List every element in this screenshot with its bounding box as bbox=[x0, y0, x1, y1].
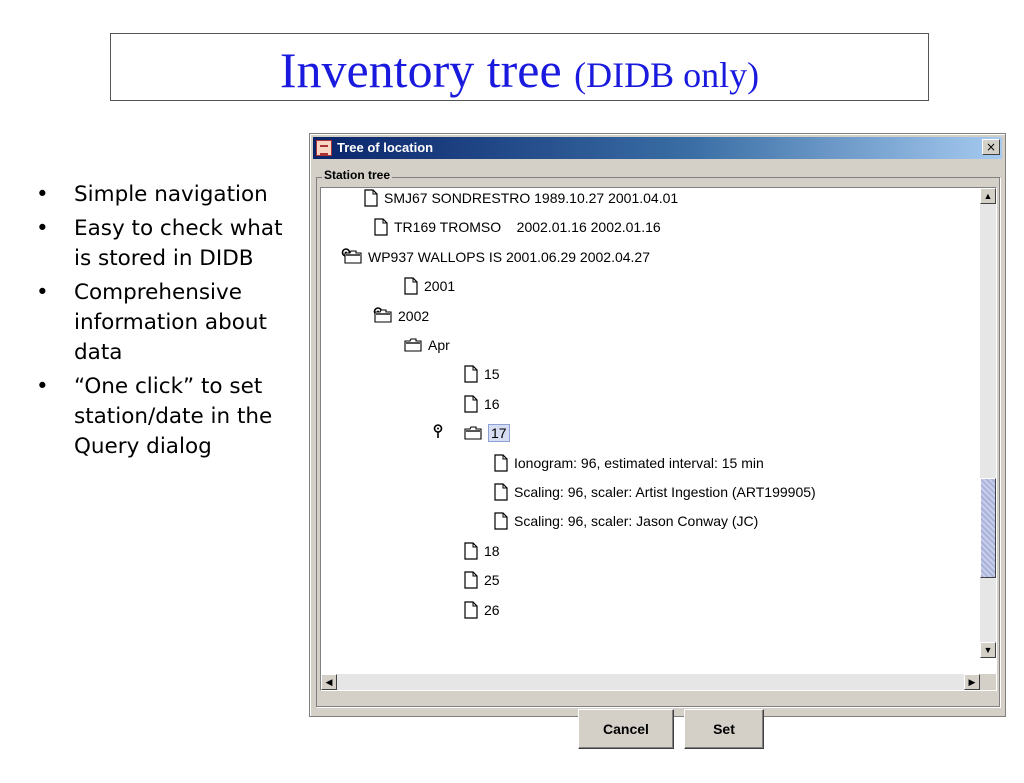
station-tree-group: Station tree SMJ67 SONDRESTRO 1989.10.27… bbox=[316, 168, 1000, 783]
bullet-dot-icon: • bbox=[36, 182, 49, 207]
tree-node-label: 16 bbox=[484, 395, 500, 412]
tree-node-label: Ionogram: 96, estimated interval: 15 min bbox=[514, 454, 764, 471]
tree-node[interactable]: Apr bbox=[404, 330, 450, 359]
document-icon bbox=[494, 453, 508, 472]
tree-node[interactable]: 2001 bbox=[404, 271, 455, 300]
bullet-dot-icon: • bbox=[36, 280, 49, 305]
bullet-dot-icon: • bbox=[36, 374, 49, 399]
scrollbar-corner bbox=[980, 674, 996, 690]
bullet-item: • Easy to check what is stored in DIDB bbox=[36, 216, 283, 271]
close-button[interactable]: × bbox=[982, 139, 1000, 155]
tree-node[interactable]: Scaling: 96, scaler: Jason Conway (JC) bbox=[494, 506, 758, 535]
tree-node[interactable]: Scaling: 96, scaler: Artist Ingestion (A… bbox=[494, 477, 816, 506]
scroll-left-button[interactable]: ◀ bbox=[321, 674, 337, 690]
document-icon bbox=[374, 217, 388, 236]
tree-node-label: 2001 bbox=[424, 277, 456, 294]
slide-title-sub: (DIDB only) bbox=[574, 55, 760, 95]
bullet-item: • “One click” to set station/date in the … bbox=[36, 374, 273, 459]
tree-node[interactable]: 25 bbox=[464, 565, 500, 594]
tree-node[interactable]: 16 bbox=[464, 389, 500, 418]
document-icon bbox=[464, 394, 478, 413]
tree-node-label: TR169 TROMSO 2002.01.16 2002.01.16 bbox=[394, 218, 661, 235]
tree-node[interactable]: 15 bbox=[464, 359, 500, 388]
document-icon bbox=[404, 276, 418, 295]
tree-node[interactable]: 17 bbox=[464, 418, 510, 447]
tree-node-label: Scaling: 96, scaler: Artist Ingestion (A… bbox=[514, 483, 816, 500]
set-button[interactable]: Set bbox=[684, 709, 764, 749]
tree-node-label: Apr bbox=[428, 336, 450, 353]
group-title: Station tree bbox=[322, 168, 393, 182]
scroll-right-button[interactable]: ▶ bbox=[964, 674, 980, 690]
tree-node-label: 25 bbox=[484, 571, 500, 588]
tree-of-location-dialog: Tree of location × Station tree SMJ67 SO… bbox=[309, 133, 1006, 749]
slide-title: Inventory tree (DIDB only) bbox=[111, 42, 928, 103]
document-icon bbox=[464, 541, 478, 560]
tree-node-label: 15 bbox=[484, 365, 500, 382]
tree-node[interactable]: 2002 bbox=[374, 301, 429, 330]
dialog-title: Tree of location bbox=[337, 140, 434, 155]
vertical-scrollbar[interactable]: ▲ ▼ bbox=[980, 188, 996, 658]
document-icon bbox=[464, 364, 478, 383]
folder-icon bbox=[344, 249, 362, 264]
scroll-down-button[interactable]: ▼ bbox=[980, 642, 996, 658]
bullet-item: • Simple navigation bbox=[36, 180, 306, 210]
document-icon bbox=[364, 188, 378, 207]
tree-node-label: WP937 WALLOPS IS 2001.06.29 2002.04.27 bbox=[368, 248, 651, 265]
bullet-item: • Comprehensive information about data bbox=[36, 280, 267, 365]
scroll-up-button[interactable]: ▲ bbox=[980, 188, 996, 204]
tree-node[interactable]: SMJ67 SONDRESTRO 1989.10.27 2001.04.01 bbox=[364, 188, 679, 212]
bullet-dot-icon: • bbox=[36, 216, 49, 241]
document-icon bbox=[464, 600, 478, 619]
expanded-key-icon[interactable] bbox=[433, 424, 443, 440]
cancel-button[interactable]: Cancel bbox=[578, 709, 674, 749]
document-icon bbox=[494, 482, 508, 501]
tree-node-label: 17 bbox=[488, 423, 510, 442]
tree-node-label: Scaling: 96, scaler: Jason Conway (JC) bbox=[514, 512, 759, 529]
scroll-thumb[interactable] bbox=[980, 478, 996, 578]
folder-icon bbox=[374, 308, 392, 323]
station-tree[interactable]: SMJ67 SONDRESTRO 1989.10.27 2001.04.01 TR… bbox=[320, 187, 997, 691]
bullet-list: • Simple navigation • Easy to check what i… bbox=[36, 180, 306, 466]
tree-node-label: 2002 bbox=[398, 307, 430, 324]
folder-icon bbox=[404, 337, 422, 352]
slide-title-box: Inventory tree (DIDB only) bbox=[110, 33, 929, 101]
document-icon bbox=[494, 511, 508, 530]
tree-node-label: SMJ67 SONDRESTRO 1989.10.27 2001.04.01 bbox=[384, 189, 679, 206]
document-icon bbox=[464, 570, 478, 589]
dialog-titlebar[interactable]: Tree of location × bbox=[313, 137, 1002, 159]
tree-node[interactable]: 18 bbox=[464, 536, 500, 565]
slide-title-main: Inventory tree bbox=[279, 42, 562, 98]
tree-node[interactable]: 26 bbox=[464, 595, 500, 624]
tree-node-label: 18 bbox=[484, 542, 500, 559]
horizontal-scrollbar[interactable]: ◀ ▶ bbox=[321, 674, 980, 690]
java-app-icon bbox=[316, 140, 332, 156]
tree-node[interactable]: WP937 WALLOPS IS 2001.06.29 2002.04.27 bbox=[344, 242, 650, 271]
tree-node-label: 26 bbox=[484, 601, 500, 618]
folder-icon bbox=[464, 425, 482, 440]
tree-node[interactable]: Ionogram: 96, estimated interval: 15 min bbox=[494, 448, 764, 477]
tree-node[interactable]: TR169 TROMSO 2002.01.16 2002.01.16 bbox=[374, 212, 661, 241]
tree-toggle[interactable] bbox=[433, 424, 449, 445]
